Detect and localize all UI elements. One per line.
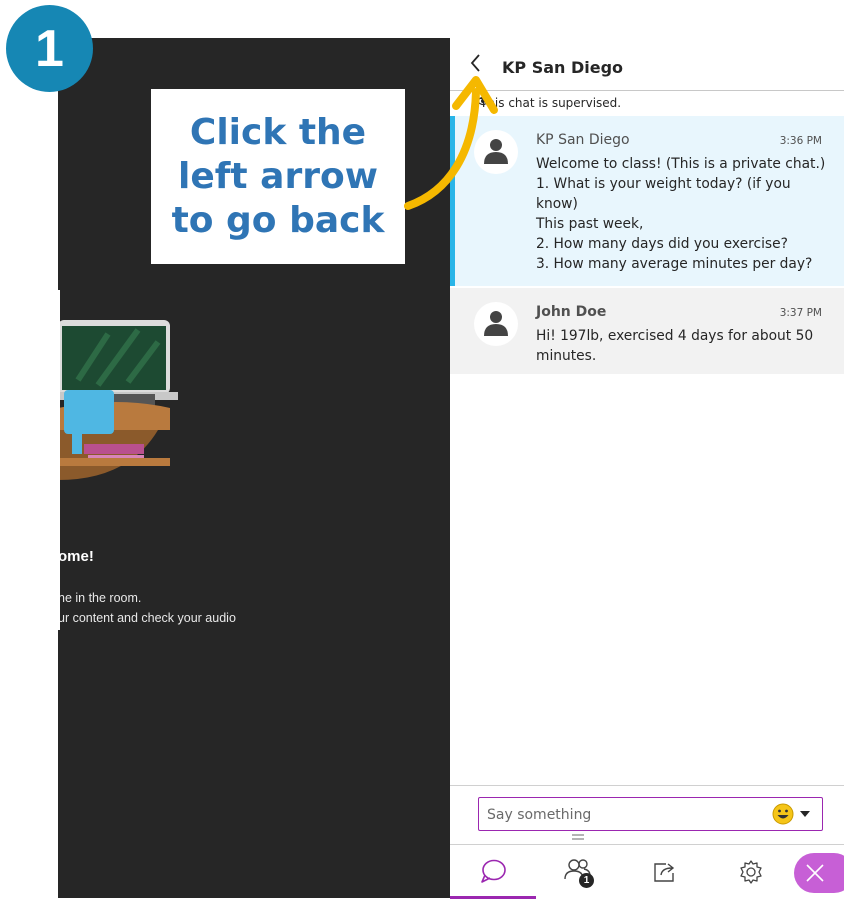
share-icon[interactable] [652,860,678,884]
message-time: 3:37 PM [779,307,822,319]
message-line: Hi! 197lb, exercised 4 days for about 50 [536,328,814,344]
message-line: 1. What is your weight today? (if you [536,176,791,192]
step-number-badge: 1 [6,5,93,92]
avatar [474,302,518,346]
callout-line: Click the [189,111,367,153]
emoji-icon[interactable] [772,803,812,825]
drag-handle-icon[interactable] [572,833,584,841]
chat-message: KP San Diego 3:36 PM Welcome to class! (… [450,116,844,286]
welcome-heading: ome! [58,548,94,565]
tab-chat[interactable] [450,845,536,899]
message-line: This past week, [536,216,644,232]
message-line: know) [536,196,578,212]
chat-message: John Doe 3:37 PM Hi! 197lb, exercised 4 … [450,288,844,374]
back-button[interactable] [468,52,490,76]
message-line: Welcome to class! (This is a private cha… [536,156,826,172]
supervised-notice: This chat is supervised. [480,96,622,110]
stage-divider [58,290,60,630]
callout-line: to go back [171,199,385,241]
attendee-count-badge: 1 [579,873,594,888]
message-line: 2. How many days did you exercise? [536,236,788,252]
chat-panel: KP San Diego This chat is supervised. KP… [450,38,844,899]
welcome-text-line: ur content and check your audio [58,611,236,625]
message-body: Hi! 197lb, exercised 4 days for about 50… [536,326,826,366]
user-avatar-icon [484,139,508,164]
welcome-text-line: ne in the room. [58,591,142,605]
instruction-callout: Click the left arrow to go back [151,89,405,264]
message-author: KP San Diego [536,132,630,148]
compose-area [450,785,844,842]
message-input[interactable] [485,802,759,828]
classroom-illustration [58,320,178,480]
tab-share-content[interactable] [622,845,708,899]
panel-tab-bar: 1 [450,834,844,899]
user-avatar-icon [484,311,508,336]
close-icon[interactable] [804,862,826,884]
message-line: minutes. [536,348,597,364]
close-panel-button[interactable] [794,853,844,893]
emoji-picker-button[interactable] [772,803,812,825]
chevron-left-icon[interactable] [468,52,482,74]
message-author: John Doe [536,304,607,320]
message-body: Welcome to class! (This is a private cha… [536,154,826,274]
chat-icon[interactable] [479,858,507,884]
tab-settings[interactable] [708,845,794,899]
chat-title: KP San Diego [502,58,624,77]
avatar [474,130,518,174]
callout-line: left arrow [178,155,378,197]
message-composer[interactable] [478,797,823,831]
tab-attendees[interactable]: 1 [536,845,622,899]
message-line: 3. How many average minutes per day? [536,256,813,272]
gear-icon[interactable] [738,859,764,885]
message-time: 3:36 PM [779,135,822,147]
chat-header: KP San Diego [450,38,844,91]
